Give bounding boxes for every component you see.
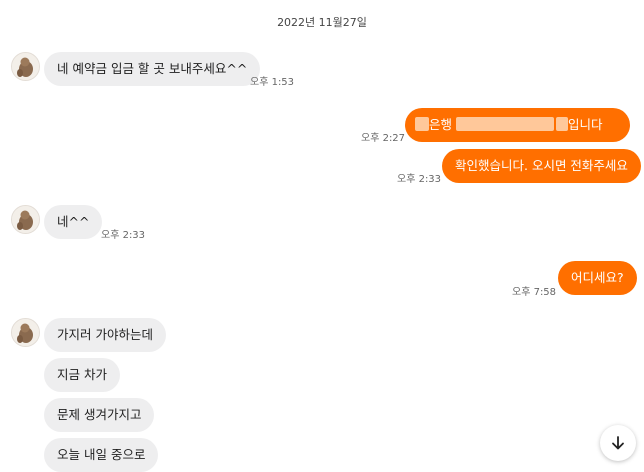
scroll-to-bottom-button[interactable] bbox=[600, 425, 636, 461]
message-timestamp: 오후 2:33 bbox=[397, 174, 442, 185]
redacted-block bbox=[556, 117, 569, 131]
message-bubble-incoming[interactable]: 문제 생겨가지고 bbox=[44, 398, 155, 432]
message-timestamp: 오후 2:33 bbox=[101, 230, 146, 241]
message-bubble-outgoing[interactable]: 은행 입니다 bbox=[405, 108, 630, 142]
message-bubble-incoming[interactable]: 오늘 내일 중으로 bbox=[44, 438, 159, 472]
message-timestamp: 오후 2:27 bbox=[361, 133, 406, 144]
message-bubble-outgoing[interactable]: 어디세요? bbox=[558, 261, 637, 295]
message-bubble-incoming[interactable]: 지금 차가 bbox=[44, 358, 120, 392]
sender-avatar[interactable] bbox=[11, 318, 40, 347]
avatar-icon bbox=[12, 319, 39, 346]
redacted-block bbox=[415, 117, 429, 131]
sender-avatar[interactable] bbox=[11, 205, 40, 234]
message-bubble-incoming[interactable]: 네 예약금 입금 할 곳 보내주세요^^ bbox=[44, 52, 261, 86]
redacted-block bbox=[456, 117, 555, 131]
message-bubble-incoming[interactable]: 가지러 가야하는데 bbox=[44, 318, 166, 352]
message-text-part: 은행 bbox=[429, 117, 453, 132]
message-bubble-incoming[interactable]: 네^^ bbox=[44, 205, 103, 239]
avatar-icon bbox=[12, 53, 39, 80]
avatar-icon bbox=[12, 206, 39, 233]
arrow-down-icon bbox=[612, 436, 624, 450]
sender-avatar[interactable] bbox=[11, 52, 40, 81]
message-text-part: 입니다 bbox=[568, 117, 603, 132]
message-timestamp: 오후 7:58 bbox=[512, 287, 557, 298]
message-bubble-outgoing[interactable]: 확인했습니다. 오시면 전화주세요 bbox=[442, 149, 641, 183]
chat-date-separator: 2022년 11월27일 bbox=[277, 16, 367, 29]
message-timestamp: 오후 1:53 bbox=[250, 77, 295, 88]
